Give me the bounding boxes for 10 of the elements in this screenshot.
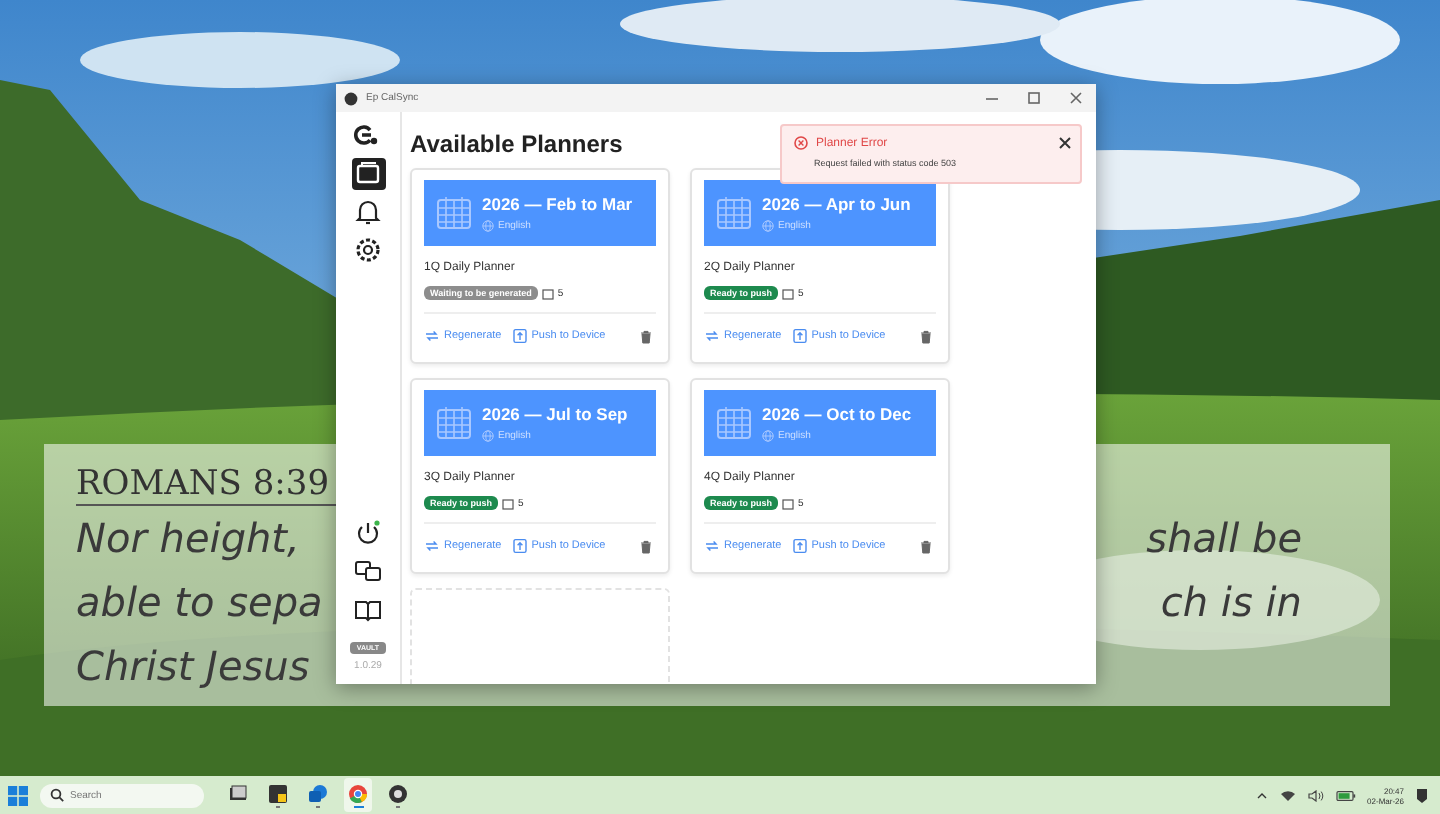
- page-title: Available Planners: [410, 130, 623, 162]
- verse-text: ch is in: [1160, 576, 1302, 630]
- card-title: 2026 — Apr to Jun: [762, 194, 911, 214]
- card-title: 2026 — Feb to Mar: [482, 194, 633, 214]
- verse-text: Christ Jesus: [76, 640, 310, 694]
- verse-text: able to sepa: [76, 576, 323, 630]
- verse-text: Nor height,: [76, 512, 300, 566]
- card-title: 2026 — Oct to Dec: [762, 404, 912, 424]
- card-title: 2026 — Jul to Sep: [482, 404, 628, 424]
- verse-text: shall be: [1146, 512, 1302, 566]
